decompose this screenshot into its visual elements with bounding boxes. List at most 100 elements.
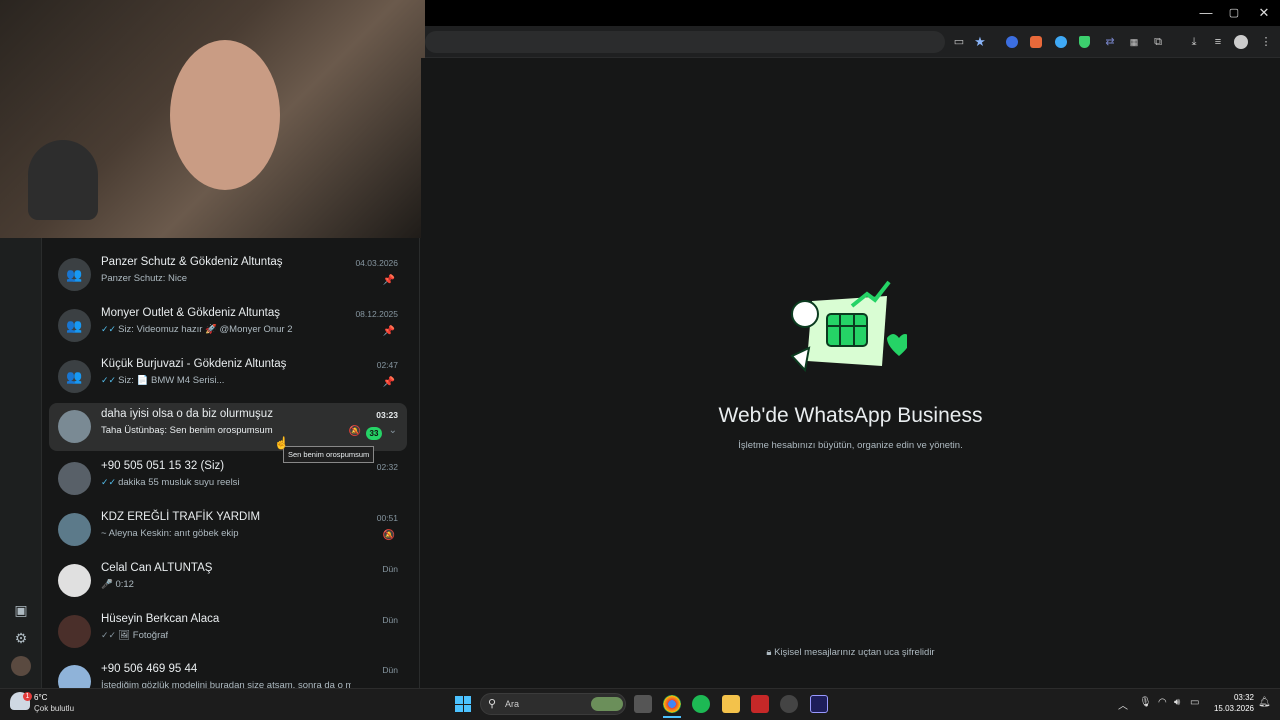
muted-bell-icon: 🔕 <box>382 530 395 541</box>
shield-green-icon[interactable] <box>1079 36 1090 48</box>
settings-gear-icon[interactable]: ⚙ <box>11 628 31 648</box>
lock-icon: 🔒︎ <box>766 647 775 658</box>
chrome-icon[interactable] <box>663 695 681 713</box>
cast-icon[interactable]: ▭ <box>951 34 967 50</box>
minimize-button[interactable]: — <box>1196 4 1216 22</box>
wifi-icon[interactable]: ◠ <box>1158 697 1167 708</box>
webcam-overlay <box>0 0 425 238</box>
chat-item[interactable]: 👥 Panzer Schutz & Gökdeniz Altuntaş Panz… <box>49 251 407 299</box>
double-tick-icon: ✓✓ <box>101 324 117 334</box>
weather-temp[interactable]: 6°C <box>34 693 47 702</box>
task-view-icon[interactable] <box>634 695 652 713</box>
close-window-button[interactable]: ✕ <box>1254 4 1274 22</box>
media-icon[interactable]: ≡ <box>1210 34 1226 50</box>
double-tick-icon: ✓✓ <box>101 630 117 640</box>
chat-item[interactable]: Hüseyin Berkcan Alaca ✓✓ 🖼 Fotoğraf Dün <box>49 608 407 656</box>
chat-preview: Taha Üstünbaş: Sen benim orospumsum <box>101 425 273 436</box>
weather-alert-badge: 1 <box>23 692 32 701</box>
tray-chevron-icon[interactable]: ︿ <box>1118 697 1128 712</box>
chat-preview: 🎤 0:12 <box>101 579 134 590</box>
intro-subtitle: İşletme hesabınızı büyütün, organize edi… <box>738 440 963 451</box>
muted-bell-icon: 🔕 <box>348 426 361 437</box>
chat-preview-text: Siz: Videomuz hazır 🚀 @Monyer Onur 2 <box>118 324 293 335</box>
chevron-down-icon[interactable]: ⌄ <box>389 425 397 436</box>
chat-time: 03:23 <box>376 410 398 420</box>
tooltip: Sen benim orospumsum <box>283 446 375 463</box>
app-circle-icon[interactable] <box>780 695 798 713</box>
download-icon[interactable]: ⤓ <box>1186 34 1202 50</box>
weather-desc[interactable]: Çok bulutlu <box>34 704 74 713</box>
chat-preview-text: 🖼 Fotoğraf <box>118 630 169 641</box>
encryption-text: Kişisel mesajlarınız uçtan uca şifrelidi… <box>774 647 935 658</box>
chat-time: 04.03.2026 <box>355 258 398 268</box>
profile-icon[interactable] <box>1234 35 1248 49</box>
chat-name: Monyer Outlet & Gökdeniz Altuntaş <box>101 307 280 319</box>
extension-orange-icon[interactable] <box>1030 36 1042 48</box>
avatar <box>58 462 91 495</box>
windows-start-icon[interactable] <box>455 696 471 712</box>
premiere-icon[interactable] <box>810 695 828 713</box>
avatar <box>58 513 91 546</box>
intro-title: Web'de WhatsApp Business <box>718 404 983 427</box>
chat-preview-text: dakika 55 musluk suyu reelsi <box>118 477 240 488</box>
star-icon[interactable]: ★ <box>972 34 988 50</box>
avatar <box>58 665 91 688</box>
extension-blue-icon[interactable] <box>1006 36 1018 48</box>
battery-icon[interactable]: ▭ <box>1190 697 1199 708</box>
chat-time: 08.12.2025 <box>355 309 398 319</box>
chat-time: Dün <box>382 665 398 675</box>
group-icon: 👥 <box>58 258 91 291</box>
chat-item[interactable]: 👥 Küçük Burjuvazi - Gökdeniz Altuntaş ✓✓… <box>49 353 407 401</box>
encryption-notice: 🔒︎ Kişisel mesajlarınız uçtan uca şifrel… <box>421 647 1280 658</box>
chat-preview: İstediğim gözlük modelini buradan size a… <box>101 680 351 688</box>
chat-item[interactable]: KDZ EREĞLİ TRAFİK YARDIM ~ Aleyna Keskin… <box>49 506 407 554</box>
chat-name: Küçük Burjuvazi - Gökdeniz Altuntaş <box>101 358 287 370</box>
profile-avatar[interactable] <box>11 656 31 676</box>
maximize-button[interactable]: ▢ <box>1224 4 1244 22</box>
chat-item-active[interactable]: daha iyisi olsa o da biz olurmuşuz Taha … <box>49 403 407 451</box>
chat-time: 02:47 <box>376 360 398 370</box>
qr-icon[interactable]: ▦ <box>1126 34 1142 50</box>
taskbar-search[interactable]: ⚲ Ara <box>480 693 626 715</box>
avatar <box>58 564 91 597</box>
media-gallery-icon[interactable]: ▣ <box>11 600 31 620</box>
extension-lightblue-icon[interactable] <box>1055 36 1067 48</box>
search-highlight-image <box>591 697 623 711</box>
chat-time: Dün <box>382 564 398 574</box>
chat-name: Panzer Schutz & Gökdeniz Altuntaş <box>101 256 283 268</box>
group-icon: 👥 <box>58 360 91 393</box>
app-red-icon[interactable] <box>751 695 769 713</box>
webcam-microphone <box>28 140 98 220</box>
chat-preview: ✓✓ Siz: 📄 BMW M4 Serisi... <box>101 375 224 386</box>
chat-name: +90 505 051 15 32 (Siz) <box>101 460 225 472</box>
puzzle-icon[interactable]: ⧉ <box>1150 34 1166 50</box>
double-tick-icon: ✓✓ <box>101 477 117 487</box>
chat-name: +90 506 469 95 44 <box>101 663 198 675</box>
search-placeholder: Ara <box>505 699 520 709</box>
business-illustration <box>790 280 907 373</box>
microphone-icon[interactable]: 🎙︎ <box>1139 697 1152 708</box>
clock-date[interactable]: 15.03.2026 <box>1204 704 1254 713</box>
file-explorer-icon[interactable] <box>722 695 740 713</box>
chat-item[interactable]: 👥 Monyer Outlet & Gökdeniz Altuntaş ✓✓ Si… <box>49 302 407 350</box>
chat-preview: ~ Aleyna Keskin: anıt göbek ekip <box>101 528 239 539</box>
address-bar[interactable] <box>425 31 945 53</box>
clock-time[interactable]: 03:32 <box>1214 693 1254 702</box>
active-indicator <box>663 716 681 718</box>
chat-name: Celal Can ALTUNTAŞ <box>101 562 213 574</box>
chat-time: 00:51 <box>376 513 398 523</box>
link-icon[interactable]: ⇄ <box>1102 34 1118 50</box>
chat-preview-text: Siz: 📄 BMW M4 Serisi... <box>118 375 225 386</box>
menu-icon[interactable]: ⋮ <box>1258 34 1274 50</box>
notification-icon[interactable]: 🔔︎ <box>1258 697 1271 708</box>
chat-item[interactable]: +90 506 469 95 44 İstediğim gözlük model… <box>49 658 407 688</box>
chat-preview: ✓✓ dakika 55 musluk suyu reelsi <box>101 477 240 488</box>
pin-icon: 📌 <box>382 275 395 286</box>
search-icon: ⚲ <box>488 698 497 710</box>
pin-icon: 📌 <box>382 377 395 388</box>
chat-preview: Panzer Schutz: Nice <box>101 273 188 284</box>
chat-item[interactable]: Celal Can ALTUNTAŞ 🎤 0:12 Dün <box>49 557 407 605</box>
avatar <box>58 410 91 443</box>
volume-icon[interactable]: 🔊︎ <box>1174 697 1180 708</box>
spotify-icon[interactable] <box>692 695 710 713</box>
